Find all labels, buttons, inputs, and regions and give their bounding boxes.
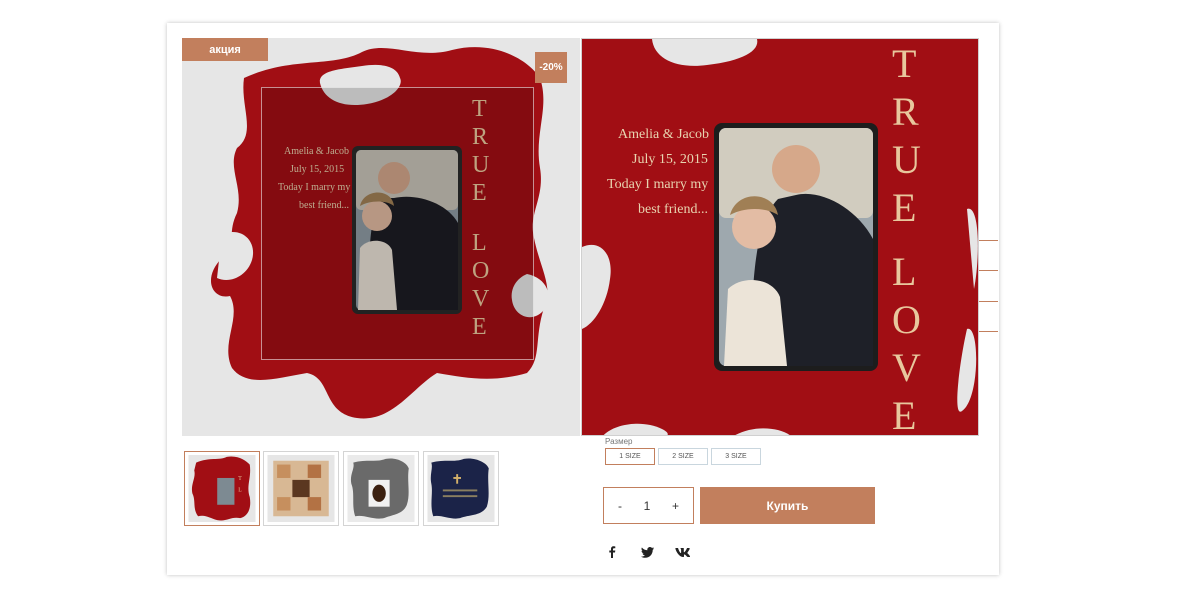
quantity-value[interactable]: 1 [644,499,651,513]
facebook-icon[interactable] [605,545,619,559]
increment-button[interactable]: + [672,499,679,513]
thumbnail-image [267,455,335,522]
svg-text:T: T [892,41,916,86]
thumbnail-grey-dog[interactable] [343,451,419,526]
svg-text:E: E [892,393,916,436]
divider-line [978,331,998,332]
svg-text:July 15, 2015: July 15, 2015 [632,152,708,167]
discount-badge: -20% [535,52,567,83]
divider-line [978,240,998,241]
twitter-icon[interactable] [640,545,654,559]
thumbnail-image [347,455,415,522]
svg-text:Amelia & Jacob: Amelia & Jacob [618,127,709,142]
zoom-preview-pane: Amelia & Jacob July 15, 2015 Today I mar… [581,38,979,436]
thumbnail-image [427,455,495,522]
svg-text:O: O [892,297,921,342]
svg-text:T: T [238,476,242,482]
decrement-button[interactable]: - [618,499,622,513]
svg-text:U: U [892,137,921,182]
thumbnail-image: T L [188,455,256,522]
size-option-3[interactable]: 3 SIZE [711,448,761,465]
zoom-lens [261,87,534,360]
thumbnail-beige-alphabet[interactable] [263,451,339,526]
svg-text:best friend...: best friend... [638,202,708,217]
thumbnail-red-true-love[interactable]: T L [184,451,260,526]
quantity-stepper: - 1 + [603,487,694,524]
size-option-2[interactable]: 2 SIZE [658,448,708,465]
sale-badge: акция [182,38,268,61]
svg-text:L: L [238,487,242,493]
svg-text:R: R [892,89,919,134]
svg-text:Today I marry my: Today I marry my [607,177,708,192]
svg-text:V: V [892,345,921,390]
buy-button[interactable]: Купить [700,487,875,524]
svg-text:E: E [892,185,916,230]
size-option-1[interactable]: 1 SIZE [605,448,655,465]
divider-line [978,270,998,271]
zoomed-frame-image: Amelia & Jacob July 15, 2015 Today I mar… [582,39,978,436]
size-label: Размер [605,437,633,446]
thumbnail-navy-cross[interactable] [423,451,499,526]
divider-line [978,301,998,302]
vk-icon[interactable] [674,545,690,559]
svg-text:L: L [892,249,916,294]
